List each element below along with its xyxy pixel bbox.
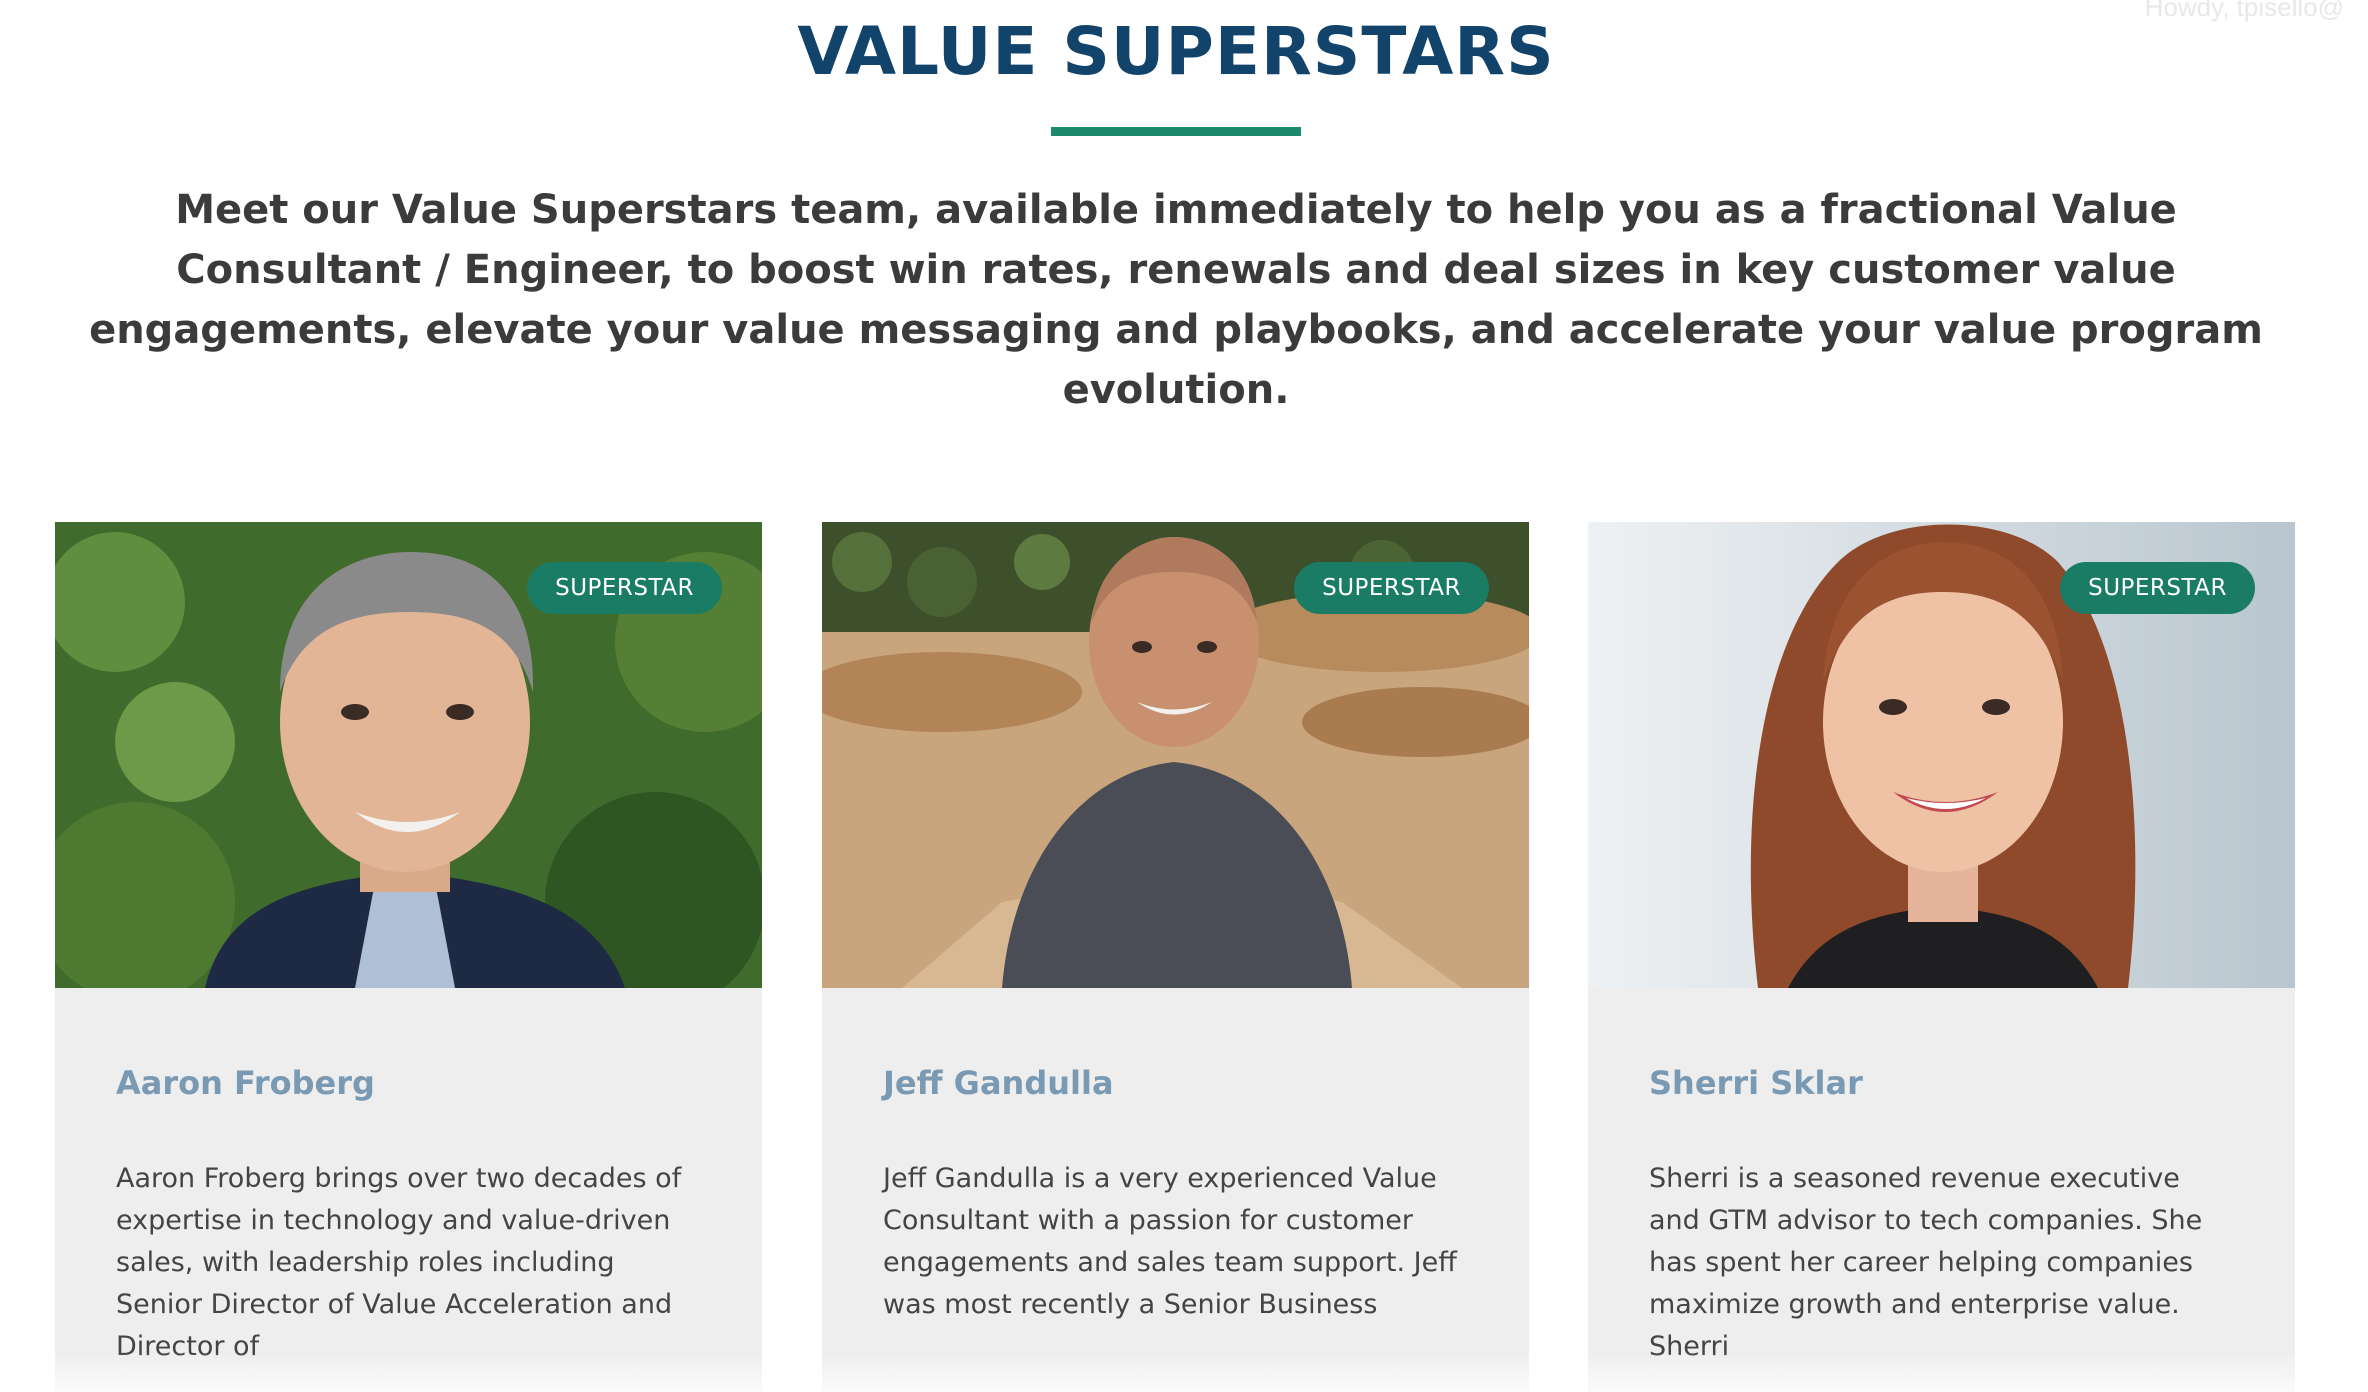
superstar-badge: SUPERSTAR [2060,562,2255,614]
team-card-aaron-froberg[interactable]: SUPERSTAR Aaron Froberg Aaron Froberg br… [55,522,762,1392]
member-bio: Aaron Froberg brings over two decades of… [116,1163,682,1362]
member-bio: Sherri is a seasoned revenue executive a… [1649,1163,2203,1362]
section-intro: Meet our Value Superstars team, availabl… [89,187,2263,413]
section-title: VALUE SUPERSTARS [797,13,1555,90]
team-card-sherri-sklar[interactable]: SUPERSTAR Sherri Sklar Sherri is a seaso… [1588,522,2295,1392]
superstar-badge: SUPERSTAR [527,562,722,614]
title-divider [1051,127,1301,136]
member-bio: Jeff Gandulla is a very experienced Valu… [883,1163,1457,1320]
team-card-jeff-gandulla[interactable]: SUPERSTAR Jeff Gandulla Jeff Gandulla is… [822,522,1529,1392]
superstar-badge: SUPERSTAR [1294,562,1489,614]
profile-photo[interactable]: SUPERSTAR [55,522,762,988]
profile-photo[interactable]: SUPERSTAR [1588,522,2295,988]
member-name[interactable]: Sherri Sklar [1649,1064,1863,1102]
member-name[interactable]: Aaron Froberg [116,1064,375,1102]
profile-photo[interactable]: SUPERSTAR [822,522,1529,988]
member-name[interactable]: Jeff Gandulla [883,1064,1114,1102]
